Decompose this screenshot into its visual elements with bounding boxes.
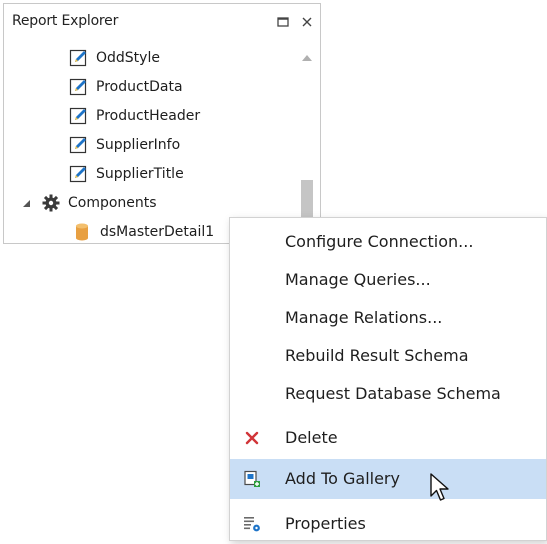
close-icon[interactable] <box>299 14 315 30</box>
tree-item-label: ProductHeader <box>96 108 201 124</box>
tree-item-label: SupplierTitle <box>96 166 184 182</box>
explorer-tree: OddStyle ProductData ProductHeader Suppl… <box>4 40 294 243</box>
menu-item-delete[interactable]: Delete <box>230 418 546 458</box>
tree-item-label: SupplierInfo <box>96 137 181 153</box>
properties-icon <box>243 515 261 533</box>
expand-arrow-icon[interactable] <box>21 197 33 209</box>
tree-item-style[interactable]: ProductHeader <box>69 102 200 130</box>
style-edit-icon <box>69 106 89 126</box>
maximize-icon[interactable] <box>275 14 291 30</box>
vertical-scrollbar[interactable] <box>294 40 320 248</box>
style-edit-icon <box>69 77 89 97</box>
tree-item-style[interactable]: SupplierTitle <box>69 160 184 188</box>
menu-item-label: Properties <box>285 514 366 533</box>
menu-item-label: Manage Queries... <box>285 270 431 289</box>
menu-item-properties[interactable]: Properties <box>230 504 546 544</box>
panel-header: Report Explorer <box>4 4 320 40</box>
menu-item-label: Manage Relations... <box>285 308 443 327</box>
tree-item-style[interactable]: OddStyle <box>69 44 160 72</box>
style-edit-icon <box>69 164 89 184</box>
menu-item-add-to-gallery[interactable]: Add To Gallery <box>230 459 546 501</box>
menu-item-manage-relations[interactable]: Manage Relations... <box>230 298 546 338</box>
menu-item-rebuild-result-schema[interactable]: Rebuild Result Schema <box>230 336 546 376</box>
menu-item-label: Delete <box>285 428 338 447</box>
menu-item-manage-queries[interactable]: Manage Queries... <box>230 260 546 300</box>
report-explorer-panel: Report Explorer OddStyle ProductData Pro… <box>3 3 321 248</box>
tree-item-style[interactable]: SupplierInfo <box>69 131 180 159</box>
context-menu: Configure Connection... Manage Queries..… <box>229 217 547 541</box>
scroll-up-arrow-icon[interactable] <box>300 48 314 61</box>
menu-item-request-database-schema[interactable]: Request Database Schema <box>230 374 546 414</box>
menu-item-configure-connection[interactable]: Configure Connection... <box>230 222 546 262</box>
tree-item-component[interactable]: dsMasterDetail1 <box>75 218 214 246</box>
tree-item-label: OddStyle <box>96 50 160 66</box>
database-icon <box>75 222 89 242</box>
panel-title: Report Explorer <box>12 13 119 29</box>
tree-item-label: ProductData <box>96 79 183 95</box>
tree-item-components[interactable]: Components <box>21 189 157 217</box>
tree-item-label: dsMasterDetail1 <box>100 224 215 240</box>
menu-item-label: Rebuild Result Schema <box>285 346 469 365</box>
mouse-pointer-icon <box>429 472 453 504</box>
menu-item-label: Request Database Schema <box>285 384 501 403</box>
style-edit-icon <box>69 135 89 155</box>
menu-item-label: Configure Connection... <box>285 232 474 251</box>
tree-item-style[interactable]: ProductData <box>69 73 183 101</box>
tree-item-label: Components <box>68 195 157 211</box>
menu-item-label: Add To Gallery <box>285 469 400 488</box>
delete-icon <box>243 429 261 447</box>
style-edit-icon <box>69 48 89 68</box>
add-to-gallery-icon <box>243 470 261 488</box>
gear-icon <box>41 193 61 213</box>
